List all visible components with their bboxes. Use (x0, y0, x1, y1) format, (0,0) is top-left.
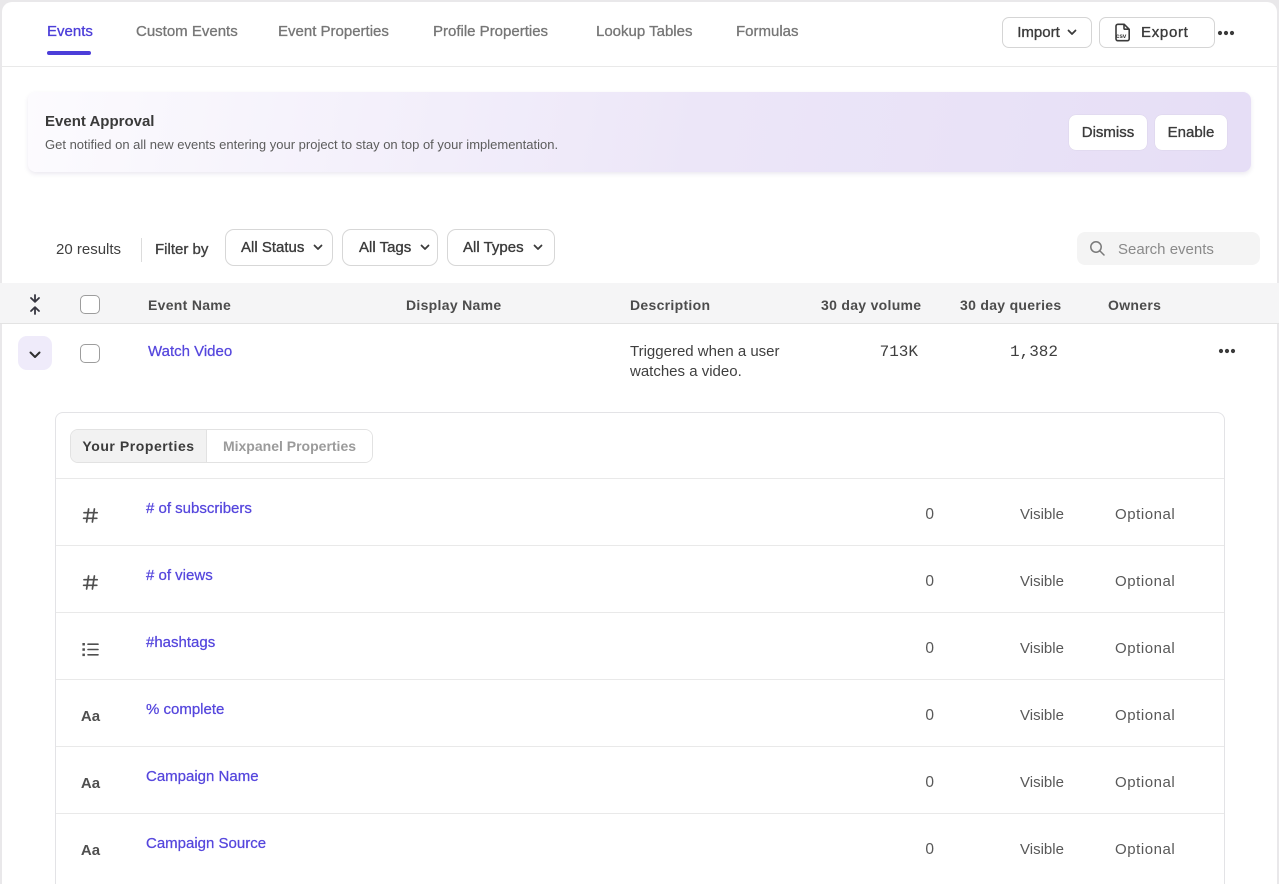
svg-text:csv: csv (1116, 33, 1127, 40)
